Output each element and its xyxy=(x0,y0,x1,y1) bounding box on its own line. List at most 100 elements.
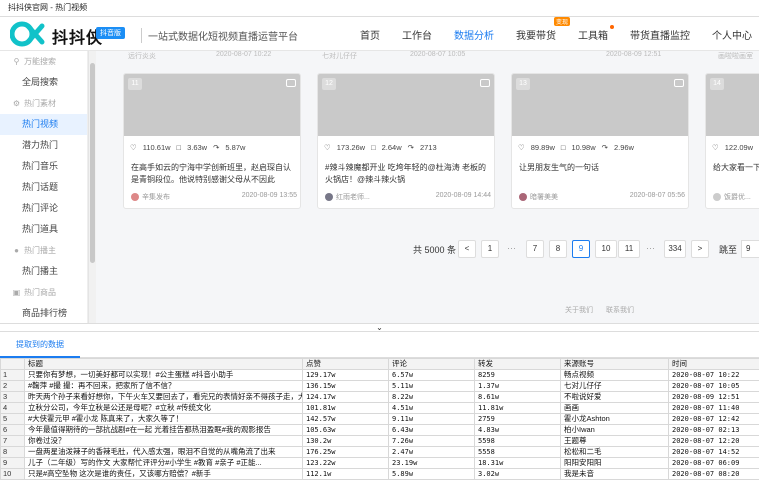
table-cell[interactable]: 6.43w xyxy=(388,424,475,436)
sidebar-scroll-thumb[interactable] xyxy=(90,63,95,263)
table-cell[interactable]: 8.22w xyxy=(388,391,475,403)
tab-extracted-data[interactable]: 提取到的数据 xyxy=(0,332,80,358)
author-name[interactable]: 饭爵优... xyxy=(724,194,751,201)
next-page-button[interactable]: > xyxy=(691,240,709,258)
table-cell[interactable]: 畅点视频 xyxy=(560,369,669,381)
page-button[interactable]: 10 xyxy=(595,240,617,258)
table-cell[interactable]: 儿子（二年级）写的作文 大家帮忙评评分#小学生 #教育 #亲子 #正能... xyxy=(24,457,303,469)
table-cell[interactable]: 王题尊 xyxy=(560,435,669,447)
sidebar-scrollbar[interactable] xyxy=(88,51,96,323)
row-number[interactable]: 7 xyxy=(0,435,25,447)
column-header[interactable]: 评论 xyxy=(388,358,475,370)
table-cell[interactable]: 2020-08-07 10:05 xyxy=(668,380,759,392)
author-name[interactable]: 暗署美美 xyxy=(530,194,558,201)
row-number[interactable]: 3 xyxy=(0,391,25,403)
table-cell[interactable]: 18.31w xyxy=(474,457,561,469)
table-cell[interactable]: 8259 xyxy=(474,369,561,381)
page-button-current[interactable]: 9 xyxy=(572,240,590,258)
table-cell[interactable]: 一盘两星油泼辣子的香辣毛肚，代入感太强，眼泪不自觉的从嘴角流了出来 xyxy=(24,446,303,458)
table-cell[interactable]: 130.2w xyxy=(302,435,389,447)
row-number[interactable]: 5 xyxy=(0,413,25,425)
author-name[interactable]: 辛集发布 xyxy=(142,194,170,201)
logo-icon[interactable] xyxy=(10,21,46,47)
table-cell[interactable]: 不啦说好爱 xyxy=(560,391,669,403)
table-cell[interactable]: 2020-08-09 12:51 xyxy=(668,391,759,403)
table-row[interactable]: 10 只是#高空坠物 这次是谁的责任，又该哪方赔偿？#新手 112.1w 5.89w 3… xyxy=(0,468,759,480)
table-row[interactable]: 5 #大侠霍元甲 #霍小龙 陈真来了，大家久等了！ 142.57w 9.11w 2759… xyxy=(0,413,759,425)
video-thumbnail[interactable] xyxy=(512,74,688,136)
table-cell[interactable]: 136.15w xyxy=(302,380,389,392)
nav-workbench[interactable]: 工作台 xyxy=(402,27,432,42)
column-header[interactable]: 点赞 xyxy=(302,358,389,370)
table-cell[interactable]: 5.11w xyxy=(388,380,475,392)
table-cell[interactable]: 只要你有梦想，一切美好都可以实现！#公主蛋糕 #抖音小助手 xyxy=(24,369,303,381)
video-card[interactable]: 13 ♡ 89.89w □ 10.98w ↷ 2.96w 让男朋友生气的一句话 暗署美美 2… xyxy=(511,73,689,209)
page-ellipsis[interactable]: ··· xyxy=(507,243,516,253)
table-cell[interactable]: 柏小Iwan xyxy=(560,424,669,436)
row-number[interactable]: 8 xyxy=(0,446,25,458)
table-cell[interactable]: 昨天两个孙子来看好想你，下午火车又要回去了，看完兄的表情好亲不得孩子走，大... xyxy=(24,391,303,403)
video-card[interactable]: 12 ♡ 173.26w □ 2.64w ↷ 2713 #辣斗辣魔都开业 吃垮年轻的@杜海… xyxy=(317,73,495,209)
table-row[interactable]: 2 #鞠萍 #撮 撮：再不回来，把家所了信不信？ 136.15w 5.11w 1.37w… xyxy=(0,380,759,392)
table-cell[interactable]: 8.61w xyxy=(474,391,561,403)
row-number[interactable]: 6 xyxy=(0,424,25,436)
table-cell[interactable]: 2020-08-07 14:52 xyxy=(668,446,759,458)
table-cell[interactable]: 我是未音 xyxy=(560,468,669,480)
row-number[interactable]: 9 xyxy=(0,457,25,469)
table-cell[interactable]: 只是#高空坠物 这次是谁的责任，又该哪方赔偿？#新手 xyxy=(24,468,303,480)
table-cell[interactable]: 画画 xyxy=(560,402,669,414)
table-cell[interactable]: 2020-08-07 11:40 xyxy=(668,402,759,414)
table-row[interactable]: 7 你卷过没？ 130.2w 7.26w 5598 王题尊 2020-08-07 12:20 xyxy=(0,435,759,447)
table-cell[interactable]: 7.26w xyxy=(388,435,475,447)
table-cell[interactable]: 9.11w xyxy=(388,413,475,425)
jump-page-input[interactable]: 9 xyxy=(741,240,759,258)
table-cell[interactable]: 11.81w xyxy=(474,402,561,414)
table-cell[interactable]: 七对儿仔仔 xyxy=(560,380,669,392)
table-cell[interactable]: 4.83w xyxy=(474,424,561,436)
table-cell[interactable]: 霍小龙Ashton xyxy=(560,413,669,425)
table-cell[interactable]: 5598 xyxy=(474,435,561,447)
sidebar-item-potential[interactable]: 潜力热门 xyxy=(0,135,87,156)
table-cell[interactable]: 142.57w xyxy=(302,413,389,425)
table-cell[interactable]: #鞠萍 #撮 撮：再不回来，把家所了信不信？ xyxy=(24,380,303,392)
page-button[interactable]: 11 xyxy=(618,240,640,258)
table-cell[interactable]: 松松和二毛 xyxy=(560,446,669,458)
table-cell[interactable]: 2020-08-07 06:09 xyxy=(668,457,759,469)
table-cell[interactable]: 2020-08-07 12:42 xyxy=(668,413,759,425)
table-cell[interactable]: 1.37w xyxy=(474,380,561,392)
table-row[interactable]: 1 只要你有梦想，一切美好都可以实现！#公主蛋糕 #抖音小助手 129.17w 6.5… xyxy=(0,369,759,381)
table-cell[interactable]: 6.57w xyxy=(388,369,475,381)
row-number[interactable]: 4 xyxy=(0,402,25,414)
panel-splitter[interactable]: ⌄ xyxy=(0,323,759,332)
table-cell[interactable]: 124.17w xyxy=(302,391,389,403)
nav-home[interactable]: 首页 xyxy=(360,27,380,42)
nav-selling[interactable]: 我要带货 变现 xyxy=(516,16,570,42)
contact-link[interactable]: 联系我们 xyxy=(606,305,634,315)
sidebar-item-comments[interactable]: 热门评论 xyxy=(0,198,87,219)
table-cell[interactable]: 129.17w xyxy=(302,369,389,381)
table-cell[interactable]: 23.19w xyxy=(388,457,475,469)
page-button[interactable]: 1 xyxy=(481,240,499,258)
table-cell[interactable]: 176.25w xyxy=(302,446,389,458)
prev-page-button[interactable]: < xyxy=(458,240,476,258)
author-name[interactable]: 红雨老师... xyxy=(336,194,370,201)
sidebar-item-hot-videos[interactable]: 热门视频 xyxy=(0,114,87,135)
table-cell[interactable]: 5558 xyxy=(474,446,561,458)
table-row[interactable]: 8 一盘两星油泼辣子的香辣毛肚，代入感太强，眼泪不自觉的从嘴角流了出来 176.25… xyxy=(0,446,759,458)
table-cell[interactable]: 4.51w xyxy=(388,402,475,414)
table-cell[interactable]: 2020-08-07 08:20 xyxy=(668,468,759,480)
column-header[interactable]: 来源账号 xyxy=(560,358,669,370)
nav-profile[interactable]: 个人中心 xyxy=(712,27,752,42)
page-button[interactable]: 334 xyxy=(664,240,686,258)
sidebar-item-global-search[interactable]: 全局搜索 xyxy=(0,72,87,93)
table-row[interactable]: 3 昨天两个孙子来看好想你，下午火车又要回去了，看完兄的表情好亲不得孩子走，大..… xyxy=(0,391,759,403)
table-cell[interactable]: 阳阳安阳阳 xyxy=(560,457,669,469)
chevron-down-icon[interactable]: ⌄ xyxy=(376,323,383,332)
column-header[interactable]: 标题 xyxy=(24,358,303,370)
table-cell[interactable]: 2020-08-07 12:20 xyxy=(668,435,759,447)
page-button[interactable]: 7 xyxy=(526,240,544,258)
table-cell[interactable]: #大侠霍元甲 #霍小龙 陈真来了，大家久等了！ xyxy=(24,413,303,425)
table-cell[interactable]: 105.63w xyxy=(302,424,389,436)
table-cell[interactable]: 2.47w xyxy=(388,446,475,458)
table-row[interactable]: 9 儿子（二年级）写的作文 大家帮忙评评分#小学生 #教育 #亲子 #正能... 1… xyxy=(0,457,759,469)
